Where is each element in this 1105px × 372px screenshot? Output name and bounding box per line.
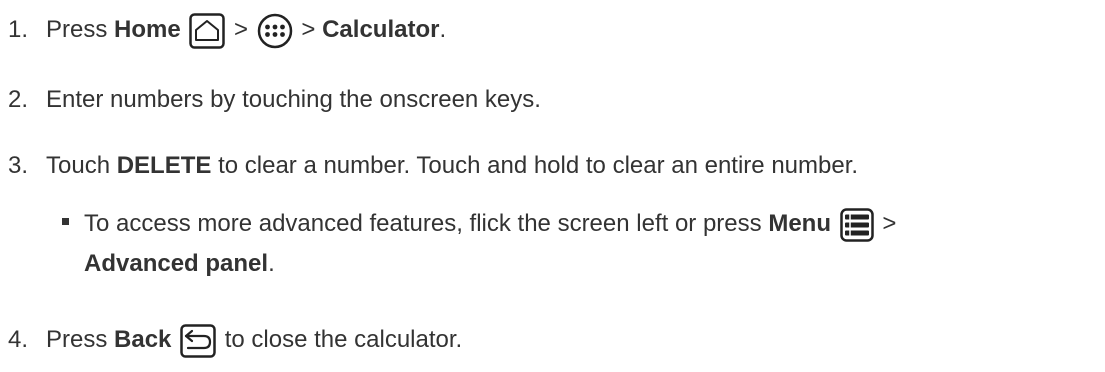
step-text: Press	[46, 16, 115, 43]
bullet-marker	[62, 218, 69, 225]
back-icon	[180, 323, 216, 358]
step-text-rest: to clear a number. Touch and hold to cle…	[211, 152, 859, 179]
back-label: Back	[114, 326, 172, 353]
step-text: Touch	[46, 152, 117, 179]
period: .	[439, 16, 447, 43]
note-text: To access more advanced features, flick …	[84, 210, 769, 237]
delete-label: DELETE	[116, 152, 212, 179]
step-1: 1. Press Home > > Calculator.	[8, 12, 446, 49]
calculator-label: Calculator	[322, 16, 440, 43]
step-4: 4. Press Back to close the calculator.	[8, 322, 462, 358]
step-number: 4.	[8, 326, 29, 353]
note-line-2: Advanced panel.	[84, 246, 275, 282]
period: .	[268, 250, 275, 277]
step-number: 3.	[8, 152, 29, 179]
separator: >	[875, 210, 897, 237]
home-icon	[189, 12, 226, 49]
step-text: Enter numbers by touching the onscreen k…	[46, 86, 541, 113]
advanced-panel-label: Advanced panel	[84, 250, 269, 277]
separator: >	[227, 16, 255, 43]
separator: >	[294, 16, 323, 43]
apps-icon	[257, 13, 293, 49]
menu-label: Menu	[768, 210, 831, 237]
step-text: Press	[46, 326, 115, 353]
step-text-rest: to close the calculator.	[218, 326, 463, 353]
step-number: 1.	[8, 16, 29, 43]
home-label: Home	[114, 16, 181, 43]
menu-icon	[839, 207, 874, 242]
step-number: 2.	[8, 86, 29, 113]
step-2: 2. Enter numbers by touching the onscreen…	[8, 82, 541, 118]
note-item: To access more advanced features, flick …	[0, 206, 1105, 282]
step-3: 3. Touch DELETE to clear a number. Touch …	[8, 148, 858, 184]
note-line-1: To access more advanced features, flick …	[84, 206, 896, 242]
